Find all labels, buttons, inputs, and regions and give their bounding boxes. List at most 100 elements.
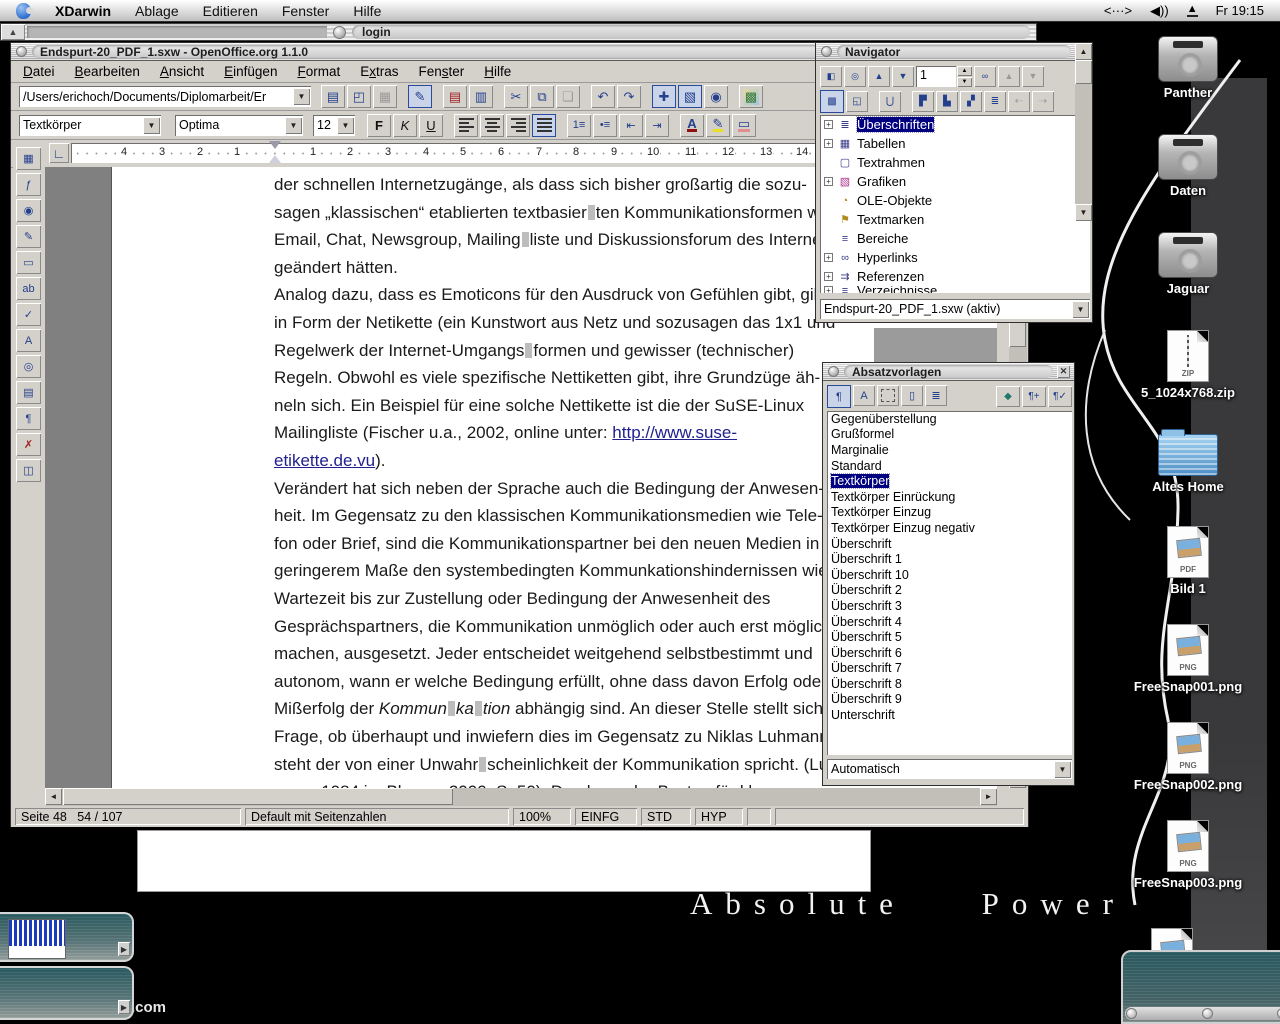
draw-functions-icon[interactable]: ✎ [16,225,41,248]
menu-item[interactable]: Datei [23,64,55,79]
previous-icon[interactable]: ▲ [868,66,890,87]
next-icon[interactable]: ▼ [892,66,914,87]
separator[interactable] [434,85,441,108]
separator[interactable] [870,91,877,112]
separator[interactable] [399,85,406,108]
demote-chapter-icon[interactable]: ▼ [1022,66,1044,87]
copy-icon[interactable]: ⧉ [530,85,554,108]
url-value[interactable]: /Users/erichoch/Documents/Diplomarbeit/E… [19,90,293,104]
expand-icon[interactable]: + [824,139,833,148]
paragraph-style-combo[interactable]: Textkörper ▼ [19,115,161,136]
align-left-icon[interactable] [454,114,478,137]
active-app-name[interactable]: XDarwin [55,3,111,19]
spin-down-icon[interactable]: ▼ [957,77,972,87]
find-replace-icon[interactable]: ◎ [16,355,41,378]
scroll-left-icon[interactable]: ◄ [45,788,62,805]
navigator-item[interactable]: + ▧ Grafiken [820,172,1090,191]
style-item[interactable]: Überschrift 2 [827,583,1072,599]
style-item[interactable]: Überschrift 5 [827,629,1072,645]
subwindow-icon[interactable]: ◱ [846,91,868,112]
insert-mode-status[interactable]: EINFG [575,808,637,825]
spellcheck-icon[interactable]: ✓ [16,303,41,326]
chevron-down-icon[interactable]: ▼ [293,88,310,105]
menu-item[interactable]: Fenster [282,3,329,19]
stylist-titlebar[interactable]: Absatzvorlagen ✕ [823,363,1074,381]
indent-icon[interactable]: ⇥ [645,114,669,137]
print-icon[interactable]: ▥ [469,85,493,108]
scroll-down-icon[interactable]: ▼ [1075,204,1092,221]
filter-value[interactable]: Automatisch [827,762,1054,776]
expand-icon[interactable]: + [824,286,833,293]
chevron-down-icon[interactable]: ▼ [1054,761,1071,778]
style-item[interactable]: Überschrift 10 [827,567,1072,583]
bold-icon[interactable]: F [367,114,391,137]
menu-item[interactable]: Einfügen [224,64,277,79]
paragraph-styles-icon[interactable]: ¶ [827,385,851,408]
chevron-down-icon[interactable]: ▼ [285,117,302,134]
menubar-clock[interactable]: Fr 19:15 [1216,3,1264,18]
style-value[interactable]: Textkörper [19,118,143,132]
separator[interactable] [903,91,910,112]
navigator-titlebar[interactable]: Navigator ✕ [816,43,1092,61]
desktop-icon-bild1[interactable]: PDF Bild 1 [1126,526,1250,596]
scroll-button-icon[interactable]: ▲ [1,24,25,40]
page-styles-icon[interactable]: ▯ [901,385,923,406]
insert-objects-icon[interactable]: ◉ [16,199,41,222]
outline-level-icon[interactable]: ≣ [984,91,1006,112]
insert-fields-icon[interactable]: ƒ [16,173,41,196]
autotext-icon[interactable]: ab [16,277,41,300]
menu-item[interactable]: Editieren [203,3,258,19]
gallery-icon[interactable]: ▩ [739,85,763,108]
scroll-right-icon[interactable]: ► [980,788,997,805]
undo-icon[interactable]: ↶ [591,85,615,108]
desktop-icon-freesnap001[interactable]: PNG FreeSnap001.png [1126,624,1250,694]
style-item[interactable]: Überschrift 9 [827,692,1072,708]
expand-icon[interactable]: + [824,253,833,262]
align-right-icon[interactable] [506,114,530,137]
cut-icon[interactable]: ✂ [504,85,528,108]
chevron-down-icon[interactable]: ▼ [337,117,354,134]
horizontal-scroll-thumb[interactable] [63,788,453,805]
data-sources-icon[interactable]: ▤ [16,381,41,404]
navigator-item[interactable]: + ≣ Überschriften [820,115,1090,134]
style-item[interactable]: Marginalie [827,442,1072,458]
zoom-status[interactable]: 100% [513,808,571,825]
hyphenation-status[interactable]: HYP [695,808,743,825]
desktop-icon-zip[interactable]: ZIP 5_1024x768.zip [1126,330,1250,400]
desktop-icon-jaguar[interactable]: Jaguar [1126,232,1250,296]
numbering-styles-icon[interactable]: ≣ [925,385,947,406]
separator[interactable] [495,85,502,108]
expand-icon[interactable]: + [824,177,833,186]
open-icon[interactable]: ◰ [347,85,371,108]
style-filter-combo[interactable]: Automatisch ▼ [827,759,1072,779]
update-style-icon[interactable]: ¶✓ [1048,386,1072,407]
menu-item[interactable]: Format [297,64,340,79]
style-item[interactable]: Überschrift 4 [827,614,1072,630]
new-doc-icon[interactable]: ▤ [321,85,345,108]
content-view-icon[interactable]: ▩ [820,90,844,113]
window-button[interactable] [333,26,346,39]
selection-mode-status[interactable]: STD [641,808,691,825]
desktop-icon-freesnap002[interactable]: PNG FreeSnap002.png [1126,722,1250,792]
close-icon[interactable]: ✕ [1057,365,1070,378]
hyperlink[interactable]: etikette.de.vu [274,451,375,470]
desktop-icon-altes-home[interactable]: Altes Home [1126,428,1250,494]
minimized-window-2[interactable]: ▶ [0,966,134,1020]
autospellcheck-icon[interactable]: A [16,329,41,352]
expand-arrow-icon[interactable]: ▶ [118,1000,130,1014]
style-item[interactable]: Unterschrift [827,707,1072,723]
style-item[interactable]: Überschrift 6 [827,645,1072,661]
outdent-icon[interactable]: ⇤ [619,114,643,137]
navigator-icon[interactable]: ✚ [652,85,676,108]
style-item[interactable]: Textkörper Einrückung [827,489,1072,505]
font-color-icon[interactable]: A [680,114,704,137]
scroll-left-knob[interactable] [1126,1008,1137,1019]
volume-icon[interactable]: ◀)) [1150,3,1169,19]
page-number-value[interactable]: 1 [916,66,956,87]
promote-level-icon[interactable]: ⇠ [1008,91,1030,112]
horizontal-scrollbar[interactable]: ◄ ► [45,788,997,806]
desktop-icon-daten[interactable]: Daten [1126,134,1250,198]
header-icon[interactable]: ▛ [912,91,934,112]
scroll-up-icon[interactable]: ▲ [1075,43,1092,60]
spin-up-icon[interactable]: ▲ [957,66,972,76]
